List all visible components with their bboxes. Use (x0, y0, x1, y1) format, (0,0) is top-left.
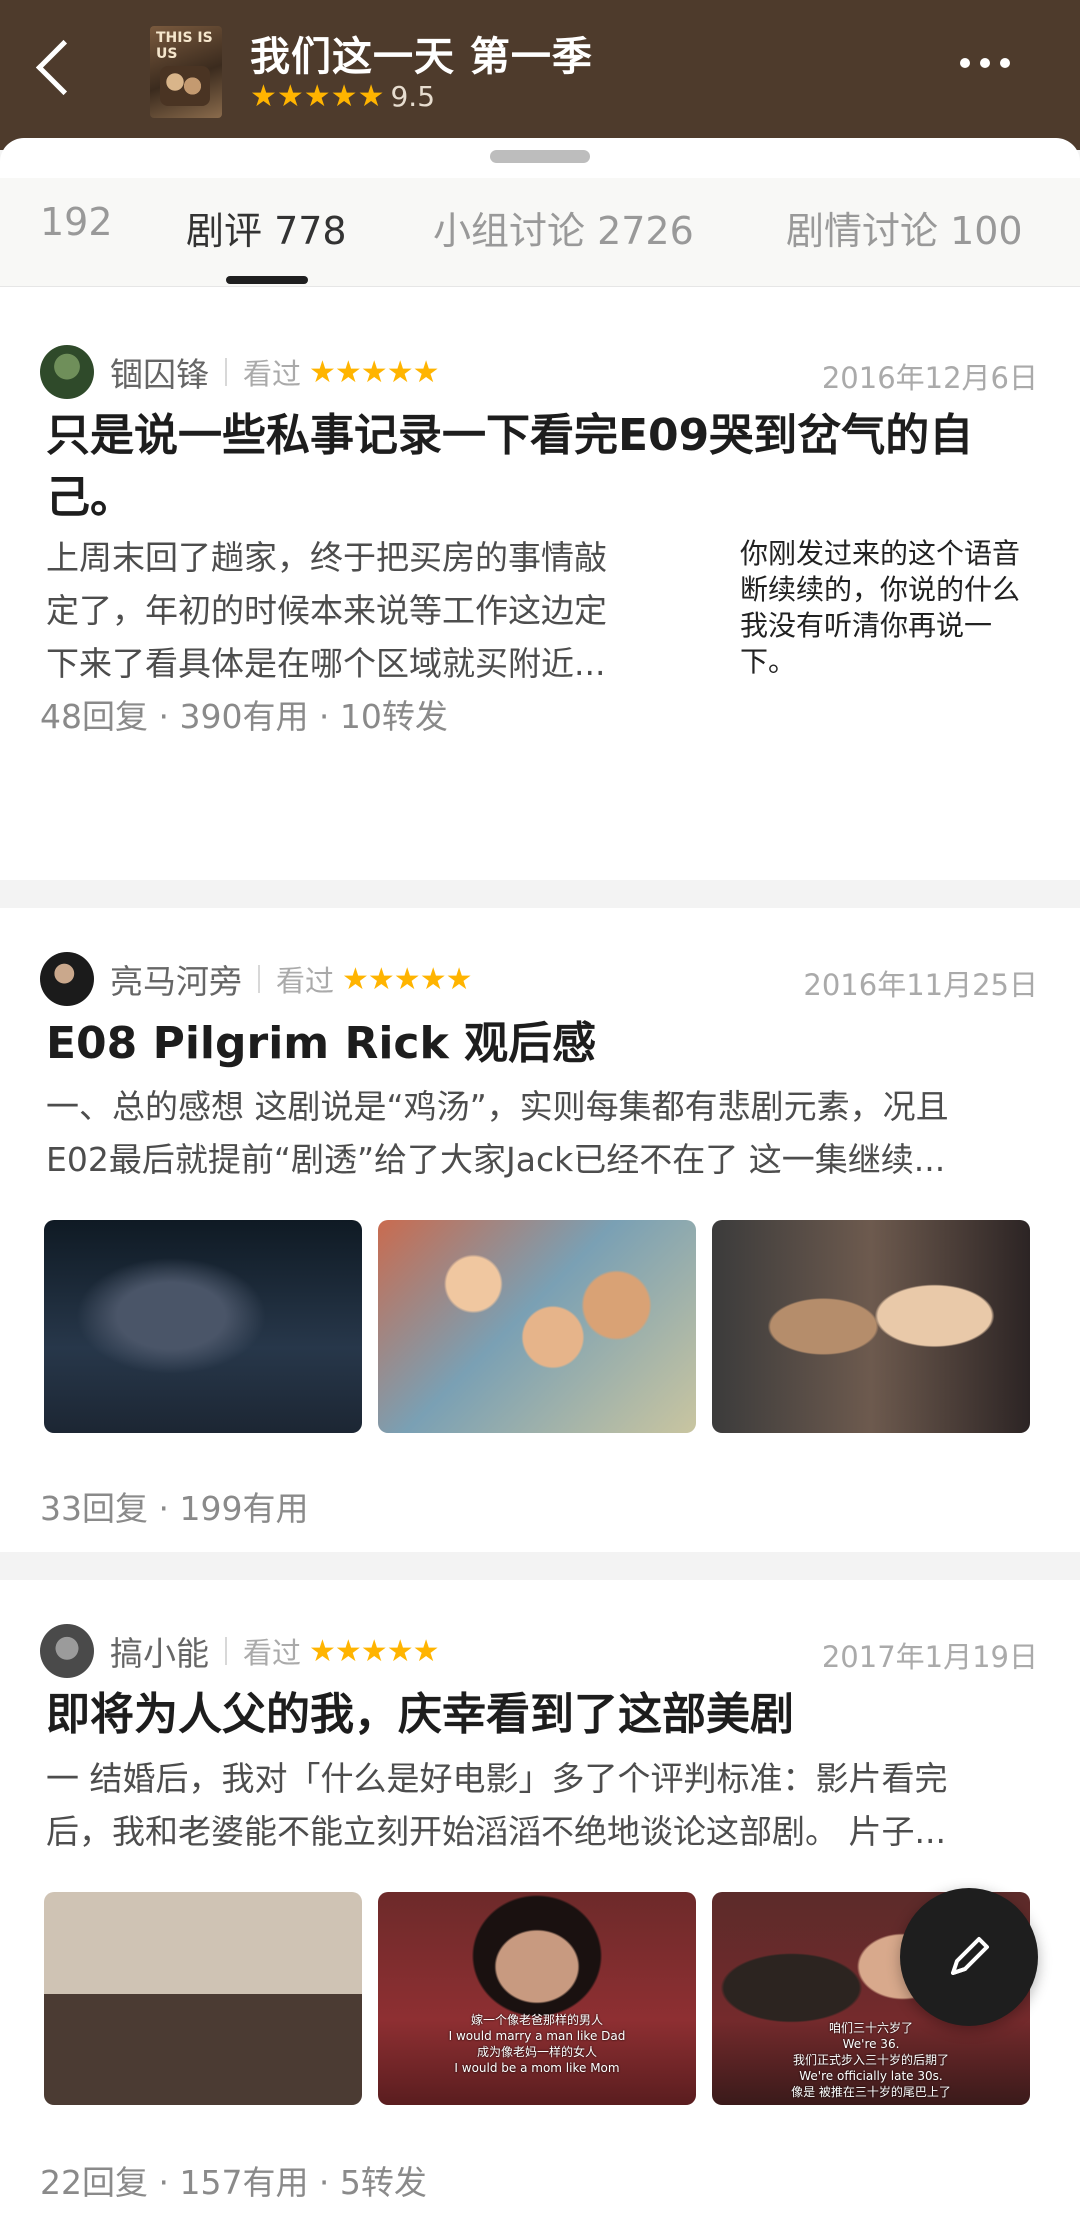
review-excerpt[interactable]: 上周末回了趟家，终于把买房的事情敲 定了，年初的时候本来说等工作这边定 下来了看… (46, 531, 686, 690)
review-author[interactable]: 锢囚锋 (110, 348, 209, 396)
review-author[interactable]: 搞小能 (110, 1627, 209, 1675)
review-stars: ★★★★★ (309, 354, 439, 390)
show-poster[interactable]: THIS IS US (150, 26, 222, 118)
show-title[interactable]: 我们这一天 第一季 (250, 24, 593, 82)
app-header: THIS IS US 我们这一天 第一季 ★★★★★ 9.5 (0, 0, 1080, 150)
subtitle-line: 成为像老妈一样的女人 (476, 2045, 597, 2059)
back-arrow-icon[interactable] (34, 36, 74, 106)
excerpt-line: 定了，年初的时候本来说等工作这边定 (46, 591, 607, 630)
review-date: 2017年1月19日 (821, 1640, 1038, 1674)
excerpt-line: 一 结婚后，我对「什么是好电影」多了个评判标准：影片看完 (46, 1759, 948, 1798)
review-image[interactable]: 嫁一个像老爸那样的男人 I would marry a man like Dad… (378, 1892, 696, 2105)
tab-bar: 192 剧评 778 小组讨论 2726 剧情讨论 100 (0, 178, 1080, 287)
divider (225, 358, 227, 386)
review-meta: 搞小能 看过 ★★★★★ (40, 1624, 440, 1678)
section-separator (0, 880, 1080, 908)
divider (258, 965, 260, 993)
excerpt-line: 下来了看具体是在哪个区域就买附近... (46, 644, 606, 683)
show-rating: ★★★★★ 9.5 (250, 80, 435, 113)
subtitle-line: I would marry a man like Dad (448, 2029, 626, 2043)
tab-plot-discussion[interactable]: 剧情讨论 100 (786, 200, 1023, 255)
review-meta: 亮马河旁 看过 ★★★★★ (40, 952, 473, 1006)
subtitle-line: I would be a mom like Mom (454, 2061, 620, 2075)
thumb-line: 我没有听清你再说一 (740, 609, 993, 642)
review-excerpt[interactable]: 一 结婚后，我对「什么是好电影」多了个评判标准：影片看完 后，我和老婆能不能立刻… (46, 1752, 1046, 1858)
subtitle-line: 像是 被推在三十岁的尾巴上了 (791, 2085, 951, 2099)
write-review-button[interactable] (900, 1888, 1038, 2026)
avatar[interactable] (40, 1624, 94, 1678)
review-image[interactable] (712, 1220, 1030, 1433)
review-card[interactable]: 亮马河旁 看过 ★★★★★ 2016年11月25日 E08 Pilgrim Ri… (0, 908, 1080, 1552)
tab-active-indicator (226, 276, 308, 284)
review-stats: 33回复 · 199有用 (40, 1489, 309, 1528)
image-subtitle: 嫁一个像老爸那样的男人 I would marry a man like Dad… (378, 2012, 696, 2076)
pencil-icon (951, 1937, 989, 1975)
subtitle-line: We're 36. (842, 2037, 900, 2051)
subtitle-line: We're officially late 30s. (799, 2069, 943, 2083)
review-image-row (44, 1220, 1030, 1433)
review-date: 2016年12月6日 (821, 361, 1038, 395)
thumb-line: 断续续的，你说的什么 (740, 573, 1021, 606)
thumb-line: 下。 (740, 645, 797, 678)
review-card[interactable]: 锢囚锋 看过 ★★★★★ 2016年12月6日 只是说一些私事记录一下看完E09… (0, 288, 1080, 880)
subtitle-line: 嫁一个像老爸那样的男人 (470, 2013, 603, 2027)
section-separator (0, 1552, 1080, 1580)
review-card[interactable]: 搞小能 看过 ★★★★★ 2017年1月19日 即将为人父的我，庆幸看到了这部美… (0, 1580, 1080, 2225)
review-image[interactable] (44, 1892, 362, 2105)
review-title[interactable]: 即将为人父的我，庆幸看到了这部美剧 (46, 1684, 1046, 1746)
watch-status: 看过 (243, 1636, 302, 1670)
review-stars: ★★★★★ (309, 1633, 439, 1669)
review-excerpt[interactable]: 一、总的感想 这剧说是“鸡汤”，实则每集都有悲剧元素，况且 E02最后就提前“剧… (46, 1080, 1046, 1186)
sheet-drag-handle[interactable] (490, 150, 590, 163)
watch-status: 看过 (243, 357, 302, 391)
review-date: 2016年11月25日 (803, 968, 1038, 1002)
excerpt-line: E02最后就提前“剧透”给了大家Jack已经不在了 这一集继续... (46, 1140, 946, 1179)
excerpt-line: 上周末回了趟家，终于把买房的事情敲 (46, 538, 607, 577)
review-image[interactable] (378, 1220, 696, 1433)
review-author[interactable]: 亮马河旁 (110, 955, 242, 1003)
review-title[interactable]: 只是说一些私事记录一下看完E09哭到岔气的自己。 (46, 405, 1046, 529)
more-dots-icon[interactable] (960, 58, 1010, 68)
tab-group-discussion[interactable]: 小组讨论 2726 (433, 200, 694, 255)
excerpt-line: 一、总的感想 这剧说是“鸡汤”，实则每集都有悲剧元素，况且 (46, 1087, 949, 1126)
subtitle-line: 我们正式步入三十岁的后期了 (792, 2053, 949, 2067)
review-thumbnail-text[interactable]: 你刚发过来的这个语音 断续续的，你说的什么 我没有听清你再说一 下。 (740, 536, 1030, 680)
image-subtitle: 咱们三十六岁了 We're 36. 我们正式步入三十岁的后期了 We're of… (712, 2020, 1030, 2100)
excerpt-line: 后，我和老婆能不能立刻开始滔滔不绝地谈论这部剧。 片子... (46, 1812, 946, 1851)
review-meta: 锢囚锋 看过 ★★★★★ (40, 345, 440, 399)
poster-art (160, 66, 210, 106)
divider (225, 1637, 227, 1665)
thumb-line: 你刚发过来的这个语音 (740, 537, 1021, 570)
poster-text: THIS IS US (156, 30, 213, 62)
rating-value: 9.5 (390, 80, 436, 113)
rating-stars: ★★★★★ (250, 78, 385, 114)
avatar[interactable] (40, 345, 94, 399)
review-stars: ★★★★★ (342, 961, 472, 997)
review-stats: 48回复 · 390有用 · 10转发 (40, 697, 448, 736)
review-stats: 22回复 · 157有用 · 5转发 (40, 2163, 427, 2202)
review-title[interactable]: E08 Pilgrim Rick 观后感 (46, 1013, 1046, 1075)
watch-status: 看过 (276, 964, 335, 998)
review-image-row: 嫁一个像老爸那样的男人 I would marry a man like Dad… (44, 1892, 1030, 2105)
tab-reviews[interactable]: 剧评 778 (186, 200, 347, 255)
avatar[interactable] (40, 952, 94, 1006)
review-image[interactable] (44, 1220, 362, 1433)
tab-short-reviews[interactable]: 192 (40, 200, 113, 244)
